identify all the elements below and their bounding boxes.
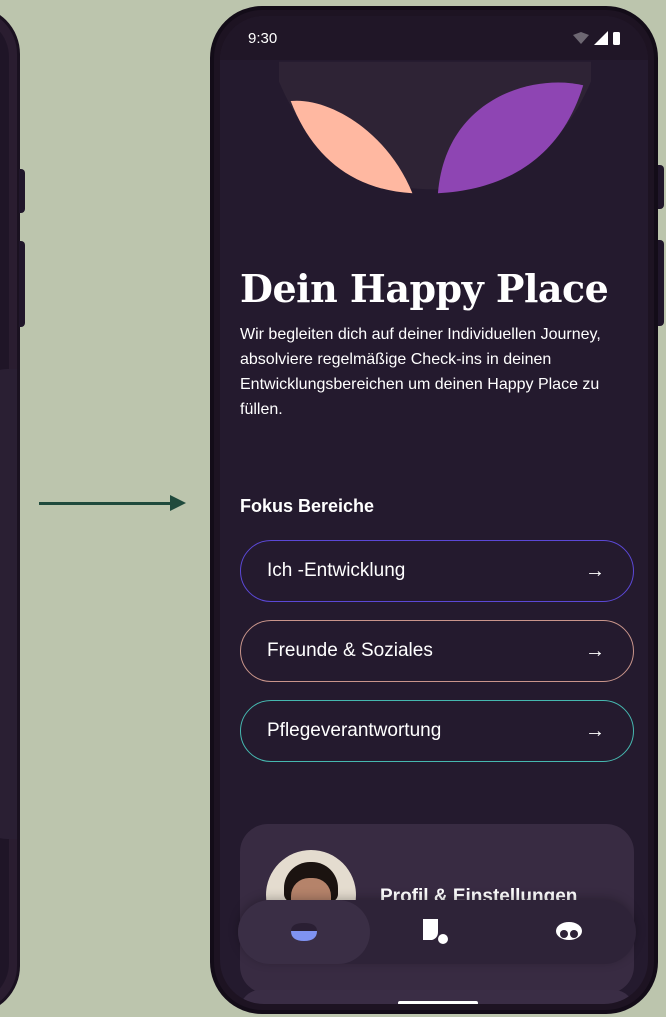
journal-icon [423,919,448,944]
canvas: 9:30 Dein Happy Place Wir begleiten dich… [0,0,666,1017]
home-indicator[interactable] [398,1001,478,1004]
focus-button-label: Pflegeverantwortung [267,720,442,741]
arrow-right-icon: → [585,639,605,662]
battery-icon [613,31,620,45]
community-icon [556,922,582,940]
page-description: Wir begleiten dich auf deiner Individuel… [240,326,601,418]
previous-screen-phone [0,6,25,1014]
bottom-navigation [238,900,636,964]
arrow-right-icon: → [585,559,605,582]
page-title: Dein Happy Place [240,266,609,311]
previous-screen-card [0,369,17,839]
phone-side-button [658,240,664,326]
status-time: 9:30 [248,29,278,47]
status-icons [573,31,620,45]
focus-button-label: Freunde & Soziales [267,640,433,661]
focus-button-pflegeverantwortung[interactable]: Pflegeverantwortung → [240,700,634,762]
phone-side-button [658,165,664,209]
nav-community-tab[interactable] [502,900,636,964]
flow-arrow-line [39,502,173,505]
phone-frame: 9:30 Dein Happy Place Wir begleiten dich… [210,6,664,1014]
focus-button-label: Ich -Entwicklung [267,560,406,581]
status-bar: 9:30 [220,16,648,60]
focus-button-ich-entwicklung[interactable]: Ich -Entwicklung → [240,540,634,602]
focus-button-freunde-soziales[interactable]: Freunde & Soziales → [240,620,634,682]
nav-journal-tab[interactable] [370,900,502,964]
hero-illustration [278,61,592,194]
flow-arrow-head-icon [170,495,186,511]
phone-side-button [19,169,25,213]
phone-side-button [19,241,25,327]
wifi-icon [573,32,589,44]
home-icon [291,923,317,941]
focus-section-label: Fokus Bereiche [240,496,375,516]
arrow-right-icon: → [585,719,605,742]
phone-screen: 9:30 Dein Happy Place Wir begleiten dich… [220,16,648,1004]
signal-icon [594,31,608,45]
nav-home-tab[interactable] [238,900,370,964]
